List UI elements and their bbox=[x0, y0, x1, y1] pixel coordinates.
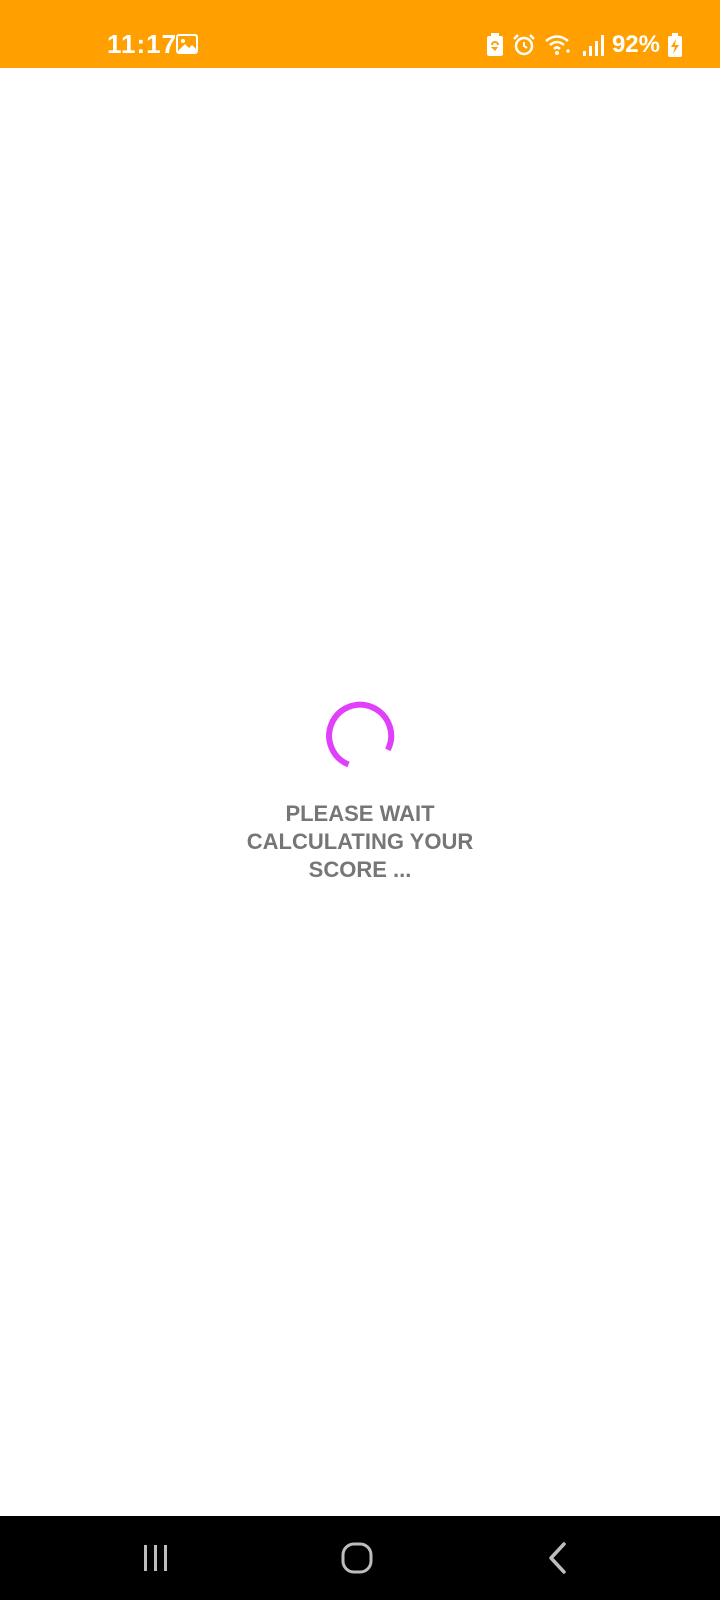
signal-icon bbox=[582, 35, 604, 56]
status-time: 11:17 bbox=[107, 29, 178, 59]
loading-spinner bbox=[326, 701, 395, 768]
home-button[interactable] bbox=[297, 1516, 417, 1600]
gallery-icon bbox=[176, 34, 198, 54]
recent-apps-icon bbox=[144, 1545, 167, 1571]
battery-percent: 92% bbox=[611, 31, 660, 58]
back-button[interactable] bbox=[498, 1516, 618, 1600]
navigation-bar bbox=[0, 1516, 720, 1600]
battery-charging-icon bbox=[668, 33, 682, 57]
loading-container: PLEASE WAIT CALCULATING YOUR SCORE ... bbox=[0, 700, 720, 884]
home-icon bbox=[341, 1542, 373, 1574]
loading-line-3: SCORE ... bbox=[308, 857, 412, 882]
status-icons: 92% bbox=[486, 30, 682, 60]
loading-message: PLEASE WAIT CALCULATING YOUR SCORE ... bbox=[230, 800, 490, 884]
recent-apps-button[interactable] bbox=[96, 1516, 216, 1600]
battery-saver-icon bbox=[486, 33, 503, 56]
status-bar: 11:17 92% bbox=[0, 0, 720, 68]
alarm-icon bbox=[513, 34, 535, 56]
loading-line-2: CALCULATING YOUR bbox=[246, 829, 474, 854]
back-icon bbox=[549, 1542, 566, 1574]
screen: 11:17 92% PLEASE WAIT CALCULATING YOUR S… bbox=[0, 0, 720, 1600]
wifi-icon bbox=[545, 35, 570, 55]
loading-line-1: PLEASE WAIT bbox=[285, 801, 435, 826]
